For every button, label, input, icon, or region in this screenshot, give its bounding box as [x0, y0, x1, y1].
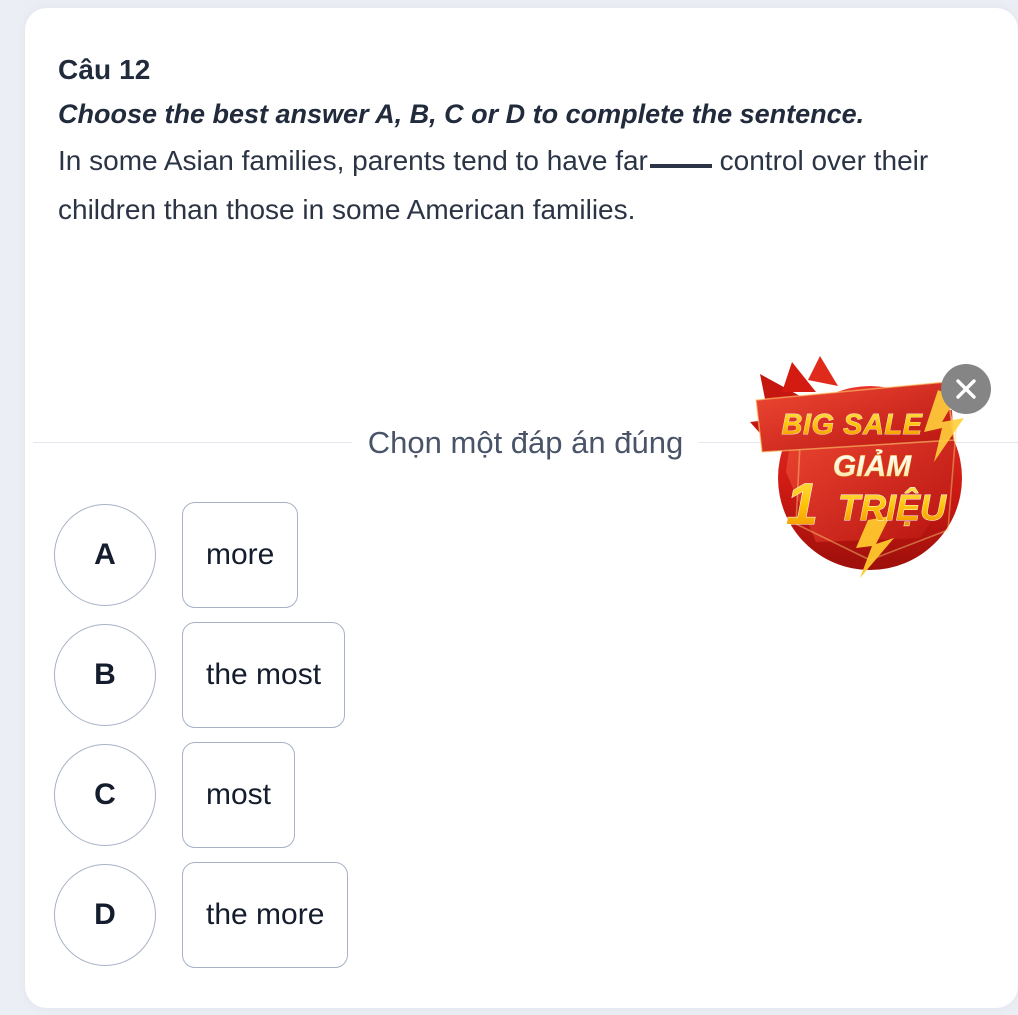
option-letter-c[interactable]: C [54, 744, 156, 846]
close-icon [956, 379, 976, 399]
question-number: Câu 12 [58, 54, 151, 85]
answer-blank [649, 164, 712, 169]
ad-amount-number: 1 [786, 472, 818, 537]
ad-line1-text: BIG SALE [782, 409, 924, 441]
ad-close-button[interactable] [941, 364, 991, 414]
option-letter-d[interactable]: D [54, 864, 156, 966]
option-letter-b[interactable]: B [54, 624, 156, 726]
ad-line2-text: GIẢM [833, 449, 912, 483]
sentence-part-one: In some Asian families, parents tend to … [58, 145, 648, 177]
option-text-c[interactable]: most [182, 742, 296, 848]
ad-amount-unit: TRIỆU [838, 486, 947, 528]
option-text-a[interactable]: more [182, 502, 299, 608]
select-answer-prompt: Chọn một đáp án đúng [367, 424, 684, 460]
question-block: Câu 12 Choose the best answer A, B, C or… [58, 50, 978, 234]
option-text-b[interactable]: the most [182, 622, 346, 728]
option-row-d[interactable]: D the more [54, 862, 954, 968]
option-row-c[interactable]: C most [54, 742, 954, 848]
option-row-b[interactable]: B the most [54, 622, 954, 728]
option-text-d[interactable]: the more [182, 862, 349, 968]
option-letter-a[interactable]: A [54, 504, 156, 606]
question-instruction: Choose the best answer A, B, C or D to c… [58, 98, 865, 129]
divider-left [33, 441, 352, 443]
question-sentence: In some Asian families, parents tend to … [58, 137, 958, 233]
advertisement-overlay[interactable]: BIG SALE GIẢM 1 TRIỆU [742, 352, 991, 580]
